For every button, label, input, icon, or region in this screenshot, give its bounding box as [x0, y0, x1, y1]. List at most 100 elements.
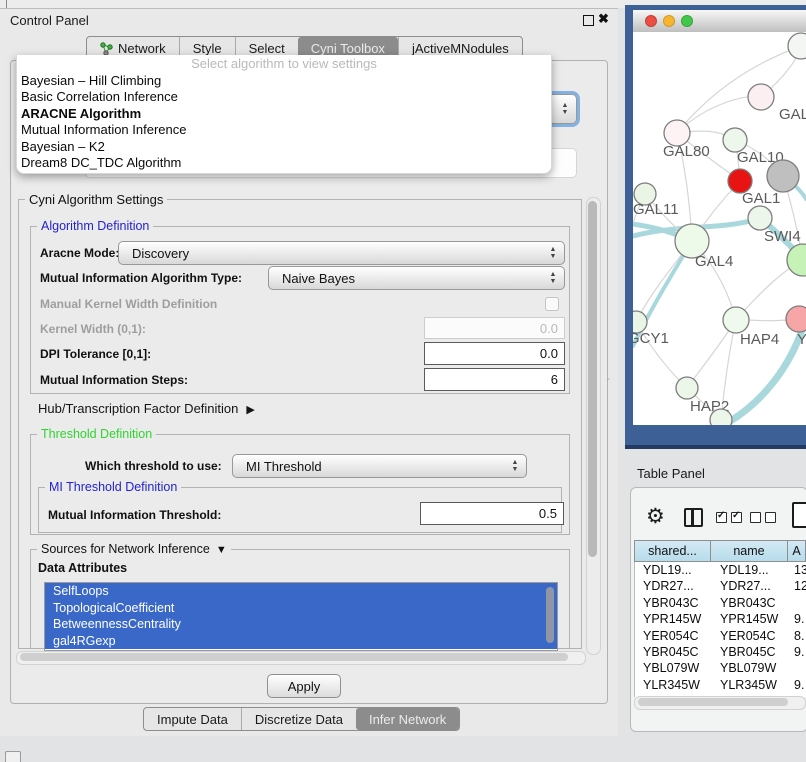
show-columns-icon[interactable]: [684, 508, 703, 527]
minimize-traffic-light[interactable]: [663, 15, 675, 27]
combo-arrows-icon: ▲▼: [545, 247, 561, 260]
table-row[interactable]: YBR043CYBR043C: [635, 595, 806, 611]
threshold-definition-title: Threshold Definition: [37, 427, 156, 441]
network-node-label: GAL1: [742, 190, 780, 207]
algorithm-option-basic-correlation-inference[interactable]: Basic Correlation Inference: [17, 89, 551, 105]
combo-arrows-icon: ▲▼: [507, 460, 523, 473]
manual-kernel-label: Manual Kernel Width Definition: [40, 297, 217, 311]
table-row[interactable]: YPR145WYPR145W9.: [635, 611, 806, 627]
unselect-all-columns-icon[interactable]: [750, 512, 776, 523]
column-header-shared-[interactable]: shared...: [634, 540, 711, 562]
mi-threshold-title: MI Threshold Definition: [45, 480, 181, 494]
algorithm-option-dream8-dc-tdc-algorithm[interactable]: Dream8 DC_TDC Algorithm: [17, 155, 551, 171]
algorithm-definition-title: Algorithm Definition: [37, 219, 153, 233]
mi-threshold-field[interactable]: 0.5: [420, 502, 564, 525]
tab-discretize-data[interactable]: Discretize Data: [241, 708, 356, 730]
table-header-row: shared...nameA: [634, 540, 806, 562]
vscrollbar-thumb[interactable]: [588, 201, 597, 557]
table-body: YDL19...YDL19...13YDR27...YDR27...12YBR0…: [634, 562, 806, 697]
expanded-arrow-icon: ▼: [216, 544, 227, 556]
table-panel-title: Table Panel: [637, 466, 705, 481]
collapsed-arrow-icon: ▶: [246, 404, 254, 416]
cyni-settings-title: Cyni Algorithm Settings: [25, 192, 167, 207]
close-traffic-light[interactable]: [645, 15, 657, 27]
kernel-width-field[interactable]: 0.0: [424, 317, 565, 339]
settings-hscrollbar[interactable]: [16, 651, 586, 665]
tab-impute-data[interactable]: Impute Data: [144, 708, 241, 730]
algorithm-option-bayesian-hill-climbing[interactable]: Bayesian – Hill Climbing: [17, 73, 551, 89]
tab-infer-network[interactable]: Infer Network: [356, 708, 459, 730]
data-attributes-label: Data Attributes: [38, 561, 127, 575]
table-row[interactable]: YER054CYER054C8.: [635, 628, 806, 644]
network-node-swi4[interactable]: [748, 206, 772, 230]
algorithm-option-aracne-algorithm[interactable]: ARACNE Algorithm: [17, 106, 551, 122]
manual-kernel-checkbox[interactable]: [545, 297, 559, 311]
panel-splitter-handle[interactable]: ‸: [607, 371, 613, 380]
dropdown-placeholder: Select algorithm to view settings: [17, 55, 551, 73]
float-window-icon[interactable]: [583, 15, 594, 26]
network-node[interactable]: [767, 160, 799, 192]
network-node-label: GAL4: [695, 253, 733, 270]
which-threshold-label: Which threshold to use:: [85, 459, 222, 473]
attribute-item-betweennesscentrality[interactable]: BetweennessCentrality: [45, 616, 557, 633]
mi-type-combo[interactable]: Naive Bayes ▲▼: [268, 266, 565, 290]
cyni-bottom-tabbar: Impute DataDiscretize DataInfer Network: [143, 707, 460, 731]
network-node-hap2[interactable]: [676, 377, 698, 399]
algorithm-option-mutual-information-inference[interactable]: Mutual Information Inference: [17, 122, 551, 138]
mi-steps-field[interactable]: 6: [424, 368, 565, 391]
control-panel-title: Control Panel: [10, 13, 89, 28]
which-threshold-combo[interactable]: MI Threshold ▲▼: [232, 454, 527, 478]
network-node[interactable]: [710, 409, 732, 425]
table-row[interactable]: YDR27...YDR27...12: [635, 578, 806, 594]
kernel-width-label: Kernel Width (0,1):: [40, 322, 146, 336]
attribute-item-selfloops[interactable]: SelfLoops: [45, 583, 557, 600]
gear-icon[interactable]: ⚙: [646, 504, 665, 529]
aracne-mode-combo[interactable]: Discovery ▲▼: [118, 241, 565, 265]
top-tick-mark: [6, 0, 7, 8]
table-row[interactable]: YBR045CYBR045C9.: [635, 644, 806, 660]
network-tab-icon: [100, 41, 113, 56]
attribute-item-topologicalcoefficient[interactable]: TopologicalCoefficient: [45, 600, 557, 617]
network-canvas[interactable]: GALGAL80GAL10GAL1GAL11SWI4GAL4GCY1HAP4YH…: [633, 32, 806, 425]
select-all-columns-icon[interactable]: [716, 512, 742, 523]
settings-vscrollbar[interactable]: [586, 197, 601, 655]
zoom-traffic-light[interactable]: [681, 15, 693, 27]
table-row[interactable]: YDL19...YDL19...13: [635, 562, 806, 578]
column-header-name[interactable]: name: [711, 540, 788, 562]
close-icon[interactable]: ✖: [598, 11, 609, 27]
export-table-icon[interactable]: [792, 502, 806, 528]
table-row[interactable]: YBL079WYBL079W: [635, 660, 806, 676]
network-node-label: GCY1: [633, 330, 669, 347]
apply-button[interactable]: Apply: [267, 674, 341, 698]
network-window-bottom-edge: [625, 445, 806, 449]
network-node-label: HAP4: [740, 331, 779, 348]
network-window-titlebar[interactable]: [633, 10, 806, 33]
mi-type-label: Mutual Information Algorithm Type:: [40, 271, 242, 285]
hscrollbar-thumb[interactable]: [20, 653, 568, 661]
dpi-tolerance-field[interactable]: 0.0: [424, 342, 565, 365]
network-node-label: GAL80: [663, 143, 710, 160]
table-row[interactable]: YLR345WYLR345W9.: [635, 677, 806, 693]
network-node-label: SWI4: [764, 228, 801, 245]
network-node[interactable]: [788, 33, 806, 59]
combo-arrows-icon: ▲▼: [545, 272, 561, 285]
minimized-panel-icon[interactable]: [5, 751, 21, 762]
hub-definition-toggle[interactable]: Hub/Transcription Factor Definition▶: [38, 401, 255, 416]
dpi-tolerance-label: DPI Tolerance [0,1]:: [40, 347, 151, 361]
application-window: Control Panel ✖ NetworkStyleSelectCyni T…: [0, 0, 806, 762]
list-scrollbar-thumb[interactable]: [546, 587, 554, 643]
sources-title[interactable]: Sources for Network Inference▼: [37, 542, 231, 556]
column-header-a[interactable]: A: [788, 540, 806, 562]
data-attributes-list: SelfLoopsTopologicalCoefficientBetweenne…: [44, 582, 558, 651]
attribute-item-gal4rgexp[interactable]: gal4RGexp: [45, 633, 557, 650]
aracne-mode-label: Aracne Mode:: [40, 246, 119, 260]
table-hscrollbar[interactable]: [634, 696, 806, 710]
network-node-hap4[interactable]: [723, 307, 749, 333]
table-hscrollbar-thumb[interactable]: [638, 698, 788, 706]
network-node-y[interactable]: [786, 306, 806, 332]
algorithm-option-bayesian-k2[interactable]: Bayesian – K2: [17, 139, 551, 155]
mi-threshold-label: Mutual Information Threshold:: [48, 508, 221, 522]
network-node-gal[interactable]: [748, 84, 774, 110]
algorithm-dropdown-popup: Select algorithm to view settings Bayesi…: [16, 55, 552, 174]
network-node-label: GAL: [779, 106, 806, 123]
